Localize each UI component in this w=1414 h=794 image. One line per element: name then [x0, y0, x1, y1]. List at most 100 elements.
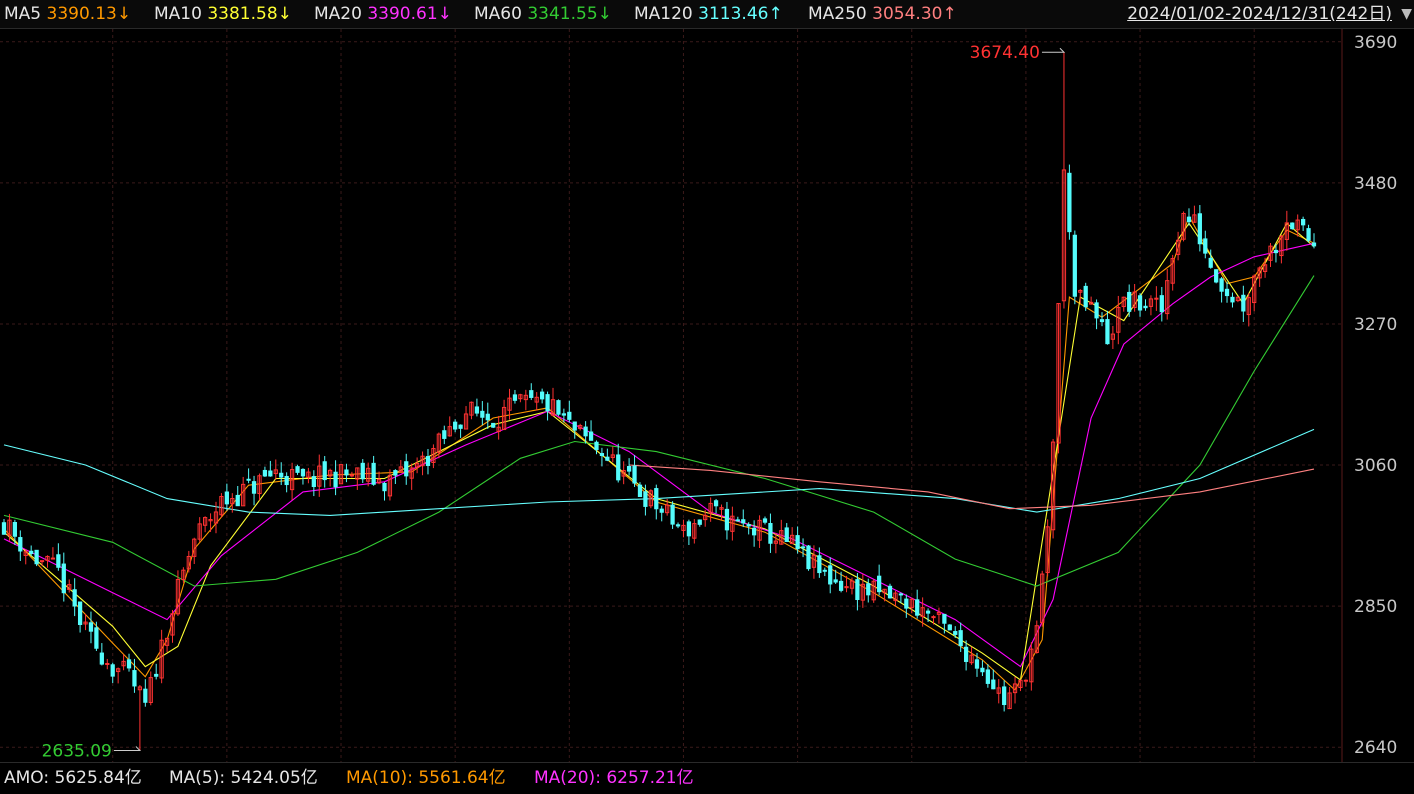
- candle-body: [1127, 291, 1132, 312]
- candle-body: [637, 484, 643, 498]
- candle-body: [88, 622, 94, 632]
- candle-body: [626, 465, 632, 472]
- candle-body: [915, 599, 920, 616]
- candle-body: [268, 470, 273, 477]
- candle-body: [1083, 285, 1088, 308]
- candle-body: [931, 616, 936, 619]
- candle-body: [300, 468, 306, 477]
- candle-body: [279, 472, 284, 478]
- low-price-label: 2635.09: [42, 742, 112, 762]
- candle-body: [50, 557, 56, 560]
- candle-body: [56, 554, 61, 568]
- candle-body: [643, 491, 648, 507]
- candle-body: [1137, 295, 1143, 311]
- candle-body: [246, 478, 251, 481]
- candle-body: [958, 630, 963, 647]
- ma60-value: 3341.55↓: [527, 4, 612, 24]
- y-tick-label: 2850: [1354, 597, 1397, 617]
- candle-body: [404, 461, 409, 477]
- candle-body: [349, 474, 355, 477]
- ma5-line: [3, 215, 1315, 691]
- ma20-value: 3390.61↓: [367, 4, 452, 24]
- candle-body: [838, 580, 844, 591]
- candle-body: [752, 527, 757, 536]
- candle-body: [561, 413, 566, 416]
- candle-body: [382, 482, 387, 492]
- candle-body: [458, 424, 463, 429]
- candle-body: [985, 669, 990, 684]
- candle-body: [1159, 295, 1164, 313]
- candle-body: [605, 456, 610, 461]
- candle-body: [735, 519, 740, 522]
- candlestick-chart[interactable]: 2640 2850 3060 3270 3480 3690 3674.40 2635.09: [0, 29, 1414, 762]
- y-axis: 2640 2850 3060 3270 3480 3690: [1354, 33, 1397, 758]
- candle-body: [1094, 302, 1099, 319]
- date-range-selector[interactable]: 2024/01/02-2024/12/31(242日): [1127, 3, 1392, 25]
- candle-body: [866, 583, 871, 596]
- candle-body: [1203, 238, 1208, 254]
- amo-value: AMO: 5625.84亿: [4, 768, 142, 788]
- candle-body: [154, 673, 159, 677]
- candle-body: [284, 475, 289, 486]
- candle-body: [1023, 679, 1029, 682]
- candle-body: [632, 465, 637, 484]
- candle-body: [898, 593, 904, 596]
- y-tick-label: 2640: [1354, 738, 1397, 758]
- candle-body: [784, 527, 789, 542]
- y-tick-label: 3060: [1354, 456, 1397, 476]
- candle-body: [77, 601, 83, 625]
- ma120-legend: MA120 3113.46↑: [634, 3, 783, 25]
- candle-body: [18, 537, 23, 552]
- ma10-label: MA10: [154, 4, 202, 24]
- candle-body: [94, 627, 99, 649]
- candle-body: [251, 481, 257, 494]
- ma5-legend: MA5 3390.13↓: [4, 3, 131, 25]
- candle-body: [1186, 216, 1192, 223]
- candle-body: [583, 426, 588, 437]
- volume-indicator-bar: AMO: 5625.84亿 MA(5): 5424.05亿 MA(10): 55…: [0, 762, 1414, 794]
- ma10-line: [3, 222, 1315, 681]
- ma10-value: 3381.58↓: [207, 4, 292, 24]
- candle-body: [942, 613, 947, 624]
- candle-body: [963, 646, 969, 662]
- candle-body: [697, 519, 702, 525]
- candle-body: [1311, 242, 1317, 247]
- candle-body: [855, 579, 860, 601]
- candle-body: [1154, 297, 1159, 300]
- candle-body: [512, 394, 518, 401]
- candle-body: [904, 598, 909, 609]
- ma60-label: MA60: [474, 4, 522, 24]
- candle-body: [34, 549, 39, 565]
- candle-body: [126, 659, 132, 669]
- ma20-line: [3, 242, 1315, 668]
- candle-body: [953, 631, 958, 635]
- candle-body: [599, 453, 605, 457]
- candle-body: [713, 500, 719, 507]
- candle-body: [491, 422, 496, 428]
- candle-body: [453, 421, 458, 430]
- candle-body: [1143, 305, 1148, 309]
- high-marker-arrow: [1041, 47, 1066, 53]
- candle-body: [567, 411, 572, 420]
- candle-body: [724, 508, 730, 531]
- candle-body: [1214, 269, 1219, 283]
- candle-body: [877, 575, 882, 593]
- candle-body: [99, 652, 104, 665]
- candle-body: [686, 521, 692, 537]
- candle-body: [1002, 686, 1007, 706]
- candle-body: [311, 476, 316, 488]
- candle-body: [1224, 288, 1230, 297]
- ma60-legend: MA60 3341.55↓: [474, 3, 612, 25]
- candles: [1, 52, 1317, 751]
- candle-body: [974, 659, 980, 669]
- candle-body: [425, 456, 431, 466]
- candle-body: [110, 664, 115, 677]
- dropdown-triangle-icon[interactable]: ▼: [1401, 5, 1412, 23]
- candle-body: [1306, 228, 1311, 241]
- candle-body: [670, 504, 675, 525]
- candle-body: [480, 410, 485, 418]
- candle-body: [833, 579, 838, 583]
- ma120-value: 3113.46↑: [698, 4, 783, 24]
- candle-body: [925, 610, 931, 614]
- candle-body: [333, 471, 338, 488]
